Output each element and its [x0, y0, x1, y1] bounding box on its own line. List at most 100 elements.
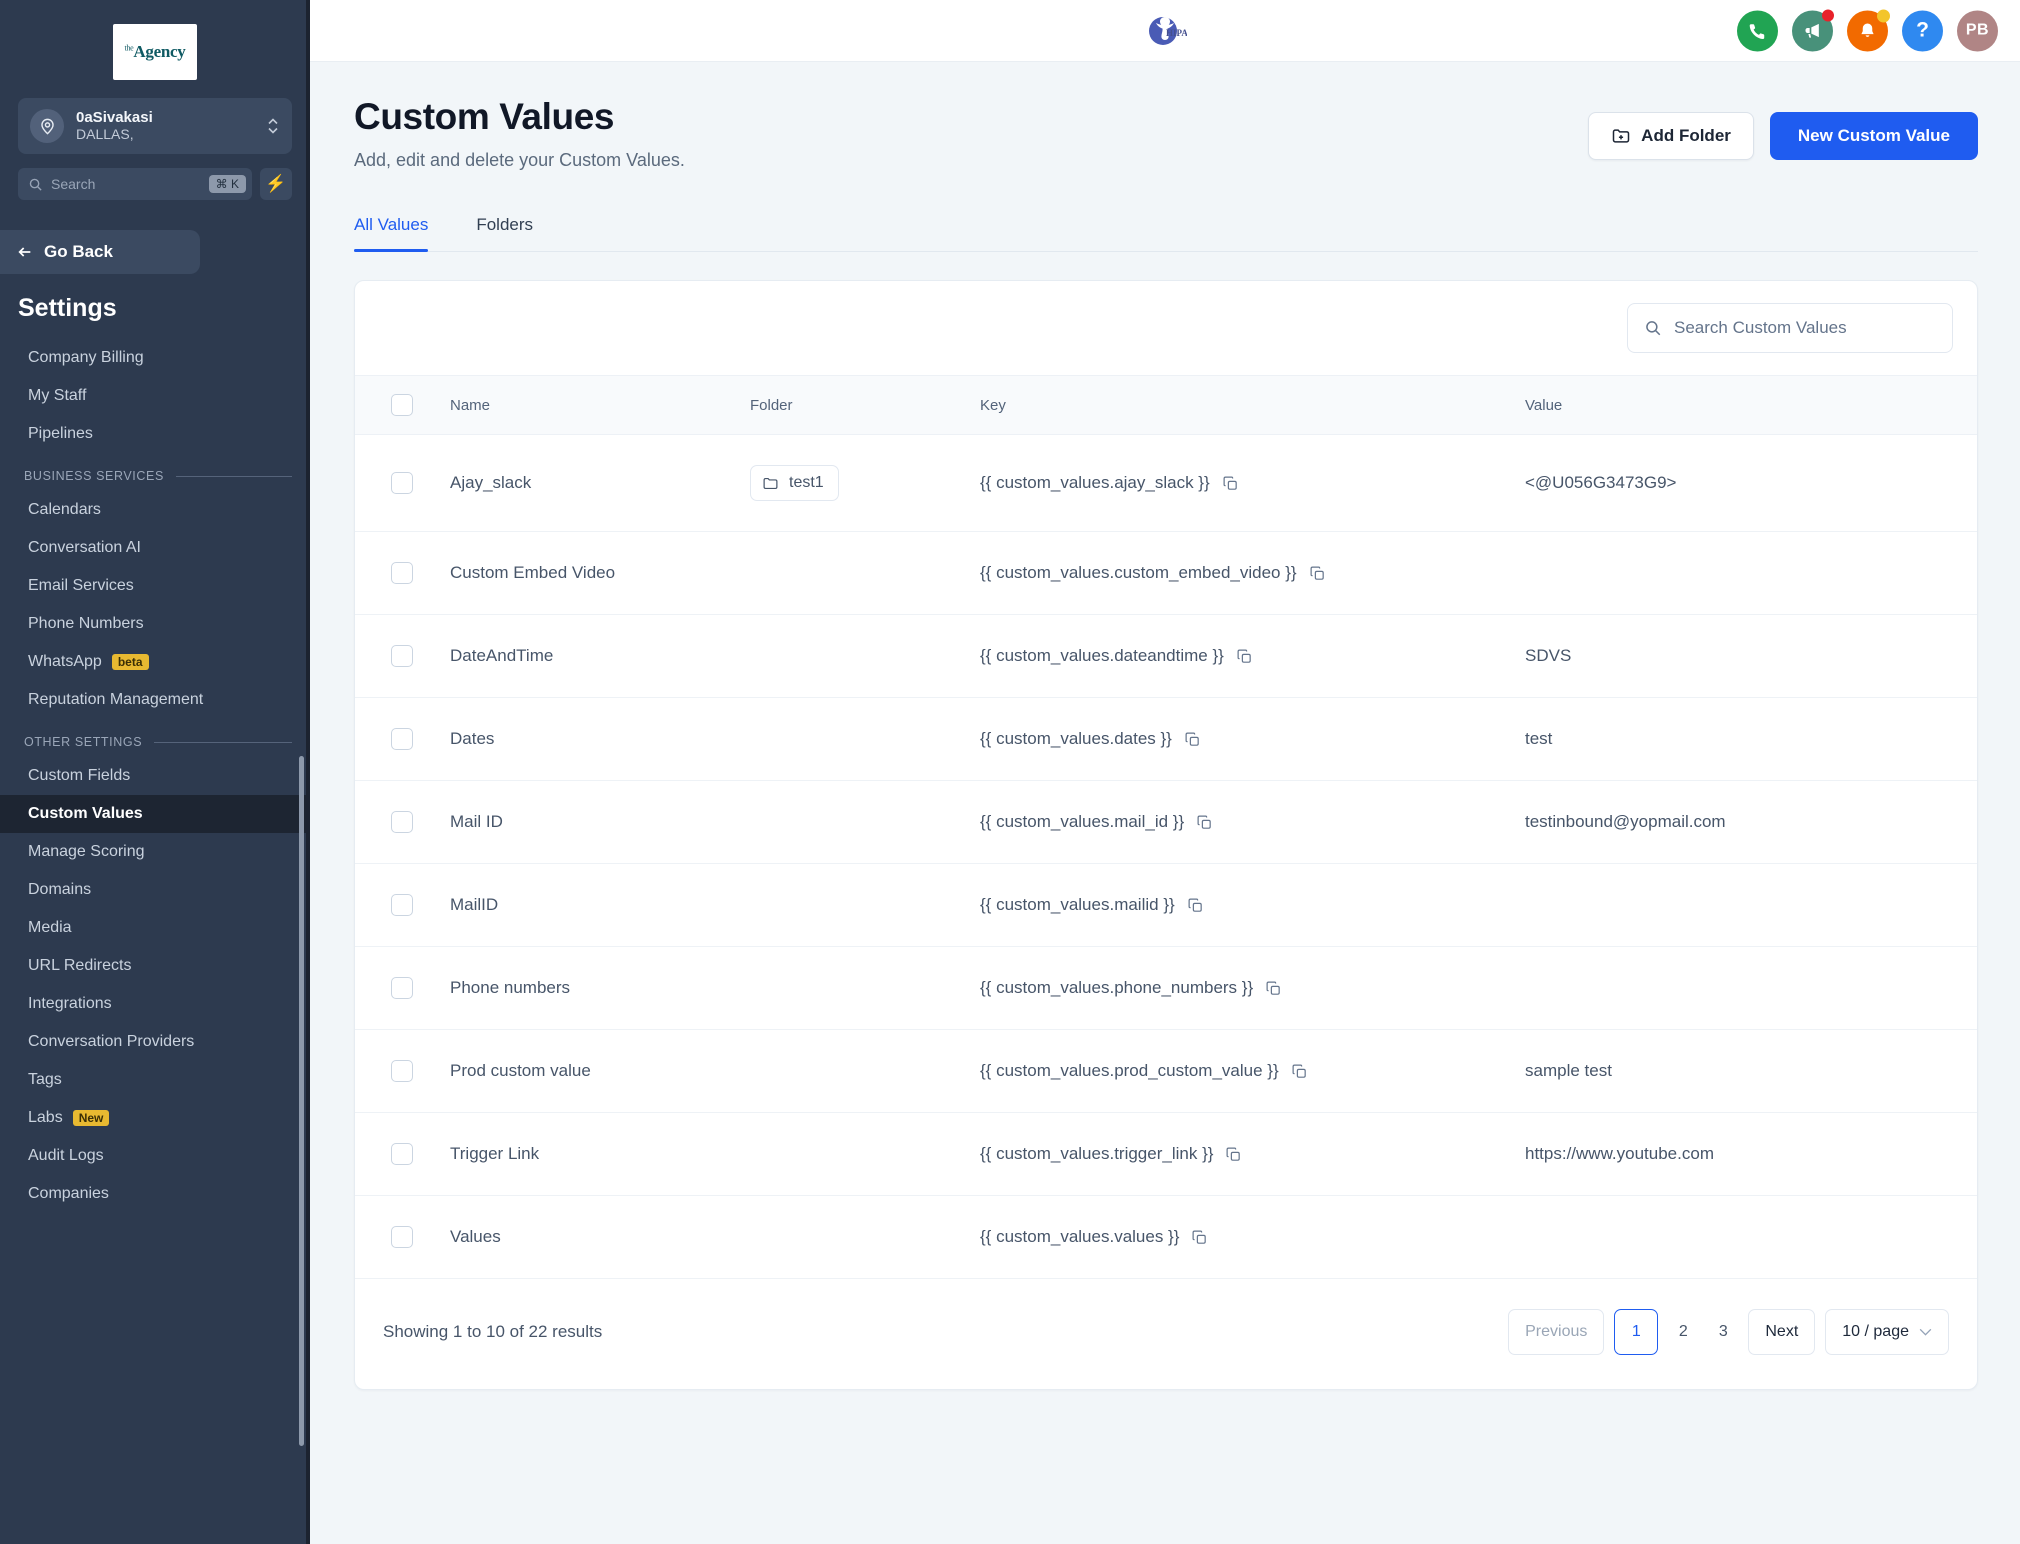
cell-name: Values	[450, 1195, 750, 1279]
table-row[interactable]: Prod custom value {{ custom_values.prod_…	[355, 1029, 1977, 1113]
sidebar-item-audit-logs[interactable]: Audit Logs	[0, 1137, 310, 1175]
tab-folders[interactable]: Folders	[476, 215, 533, 251]
page-button-3[interactable]: 3	[1708, 1309, 1738, 1355]
cell-key: {{ custom_values.values }}	[980, 1195, 1525, 1279]
agency-logo-text: theAgency	[125, 42, 186, 62]
next-page-button[interactable]: Next	[1748, 1309, 1816, 1355]
copy-icon[interactable]	[1265, 980, 1282, 997]
page-button-1[interactable]: 1	[1614, 1309, 1659, 1355]
table-row[interactable]: MailID {{ custom_values.mailid }}	[355, 863, 1977, 947]
avatar[interactable]: PB	[1957, 10, 1998, 51]
sidebar-item-calendars[interactable]: Calendars	[0, 491, 310, 529]
column-header-value[interactable]: Value	[1525, 375, 1977, 435]
row-checkbox[interactable]	[391, 472, 413, 494]
sidebar-item-email-services[interactable]: Email Services	[0, 567, 310, 605]
sidebar-item-conversation-providers[interactable]: Conversation Providers	[0, 1023, 310, 1061]
cell-key: {{ custom_values.ajay_slack }}	[980, 434, 1525, 532]
search-custom-values-input[interactable]: Search Custom Values	[1627, 303, 1953, 353]
sidebar-item-domains[interactable]: Domains	[0, 871, 310, 909]
tabs: All Values Folders	[354, 215, 1978, 252]
table-row[interactable]: Values {{ custom_values.values }}	[355, 1195, 1977, 1279]
table-row[interactable]: Ajay_slack test1 {{custom_values.ajay_s…	[355, 434, 1977, 532]
copy-icon[interactable]	[1236, 648, 1253, 665]
sidebar-item-pipelines[interactable]: Pipelines	[0, 415, 310, 453]
page-button-2[interactable]: 2	[1668, 1309, 1698, 1355]
sidebar-item-label: Reputation Management	[28, 691, 204, 708]
sidebar-item-url-redirects[interactable]: URL Redirects	[0, 947, 310, 985]
row-checkbox[interactable]	[391, 645, 413, 667]
table-row[interactable]: Trigger Link {{ custom_values.trigger_li…	[355, 1112, 1977, 1196]
table-row[interactable]: DateAndTime {{ custom_values.dateandtime…	[355, 614, 1977, 698]
row-checkbox[interactable]	[391, 894, 413, 916]
row-checkbox[interactable]	[391, 1226, 413, 1248]
announcements-button[interactable]	[1792, 9, 1834, 51]
row-checkbox[interactable]	[391, 811, 413, 833]
row-checkbox[interactable]	[391, 728, 413, 750]
call-button[interactable]	[1737, 10, 1778, 51]
sidebar-item-media[interactable]: Media	[0, 909, 310, 947]
brand-logo[interactable]: theAgency	[0, 10, 310, 92]
sidebar-item-label: Media	[28, 919, 72, 936]
copy-icon[interactable]	[1222, 475, 1239, 492]
tab-all-values[interactable]: All Values	[354, 215, 429, 252]
location-switcher[interactable]: 0aSivakasi DALLAS,	[18, 98, 292, 154]
column-header-folder[interactable]: Folder	[750, 375, 980, 435]
cell-name: Dates	[450, 697, 750, 781]
previous-page-button[interactable]: Previous	[1508, 1309, 1605, 1355]
table-row[interactable]: Mail ID {{ custom_values.mail_id }} test…	[355, 780, 1977, 864]
column-header-name[interactable]: Name	[450, 375, 750, 435]
table-row[interactable]: Phone numbers {{ custom_values.phone_num…	[355, 946, 1977, 1030]
go-back-button[interactable]: Go Back	[0, 230, 200, 274]
bell-icon	[1858, 21, 1877, 40]
folder-chip[interactable]: test1	[750, 465, 839, 501]
sidebar-item-company-billing[interactable]: Company Billing	[0, 339, 310, 377]
sidebar-item-labs[interactable]: Labs New	[0, 1099, 310, 1137]
quick-actions-button[interactable]: ⚡	[260, 168, 292, 200]
copy-icon[interactable]	[1196, 814, 1213, 831]
help-button[interactable]: ?	[1902, 10, 1943, 51]
sidebar-item-phone-numbers[interactable]: Phone Numbers	[0, 605, 310, 643]
sidebar-item-custom-values[interactable]: Custom Values	[0, 795, 310, 833]
notifications-button[interactable]	[1847, 9, 1890, 51]
row-select-cell	[355, 946, 450, 1030]
sidebar-item-custom-fields[interactable]: Custom Fields	[0, 757, 310, 795]
sidebar-scrollbar[interactable]	[299, 756, 304, 1446]
copy-icon[interactable]	[1187, 897, 1204, 914]
key-text: {{ custom_values.mailid }}	[980, 895, 1175, 914]
row-checkbox[interactable]	[391, 1143, 413, 1165]
cell-key: {{ custom_values.custom_embed_video }}	[980, 531, 1525, 615]
sidebar-item-whatsapp[interactable]: WhatsApp beta	[0, 643, 310, 681]
row-checkbox[interactable]	[391, 977, 413, 999]
add-folder-button[interactable]: Add Folder	[1588, 112, 1754, 160]
arrow-left-icon	[16, 244, 34, 260]
copy-icon[interactable]	[1291, 1063, 1308, 1080]
search-input[interactable]: Search ⌘ K	[18, 168, 252, 200]
sidebar-item-label: Custom Fields	[28, 767, 131, 784]
cell-key: {{ custom_values.phone_numbers }}	[980, 946, 1525, 1030]
row-checkbox[interactable]	[391, 562, 413, 584]
sidebar-item-reputation-management[interactable]: Reputation Management	[0, 681, 310, 719]
copy-icon[interactable]	[1309, 565, 1326, 582]
cell-folder	[750, 697, 980, 781]
table-row[interactable]: Custom Embed Video {{ custom_values.cust…	[355, 531, 1977, 615]
select-all-checkbox[interactable]	[391, 394, 413, 416]
per-page-select[interactable]: 10 / page	[1825, 1309, 1949, 1355]
sidebar-item-integrations[interactable]: Integrations	[0, 985, 310, 1023]
sidebar-item-conversation-ai[interactable]: Conversation AI	[0, 529, 310, 567]
table-row[interactable]: Dates {{ custom_values.dates }} test	[355, 697, 1977, 781]
chevron-updown-icon[interactable]	[266, 115, 280, 137]
sidebar-item-label: Companies	[28, 1185, 109, 1202]
sidebar-item-my-staff[interactable]: My Staff	[0, 377, 310, 415]
new-custom-value-button[interactable]: New Custom Value	[1769, 112, 1978, 160]
sidebar-item-tags[interactable]: Tags	[0, 1061, 310, 1099]
sidebar-group-other-settings: OTHER SETTINGS	[0, 719, 310, 757]
sidebar-item-companies[interactable]: Companies	[0, 1175, 310, 1213]
column-header-key[interactable]: Key	[980, 375, 1525, 435]
notification-dot	[1822, 9, 1834, 21]
copy-icon[interactable]	[1225, 1146, 1242, 1163]
copy-icon[interactable]	[1191, 1229, 1208, 1246]
per-page-label: 10 / page	[1842, 1323, 1909, 1340]
sidebar-item-manage-scoring[interactable]: Manage Scoring	[0, 833, 310, 871]
row-checkbox[interactable]	[391, 1060, 413, 1082]
copy-icon[interactable]	[1184, 731, 1201, 748]
